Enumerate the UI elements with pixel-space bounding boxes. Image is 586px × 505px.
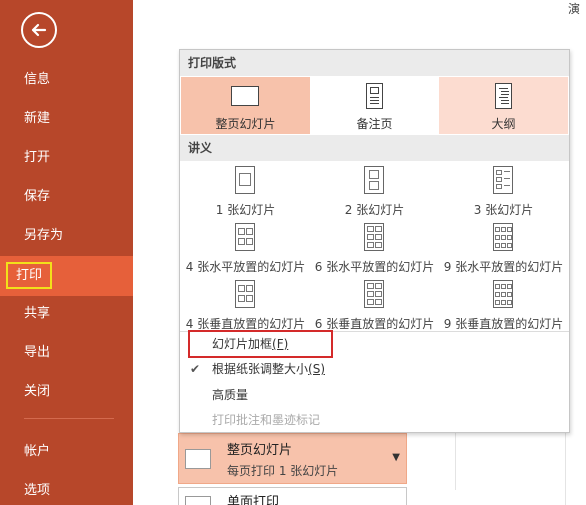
handout-1-icon — [235, 166, 255, 194]
handout-6h-label: 6 张水平放置的幻灯片 — [314, 260, 435, 274]
layout-dropdown-title: 整页幻灯片 — [227, 443, 293, 458]
option-print-comments: 打印批注和墨迹标记 — [180, 408, 569, 432]
nav-info[interactable]: 信息 — [0, 61, 133, 99]
nav-save-as[interactable]: 另存为 — [0, 217, 133, 255]
single-sided-thumb-icon — [185, 496, 211, 505]
print-comments-label: 打印批注和墨迹标记 — [212, 413, 321, 427]
handout-2-label: 2 张幻灯片 — [344, 203, 405, 217]
layout-outline-label: 大纲 — [491, 117, 516, 131]
full-slide-thumb-icon — [185, 449, 211, 469]
nav-share[interactable]: 共享 — [0, 295, 133, 333]
handout-4v-icon — [235, 280, 255, 308]
layout-notes-label: 备注页 — [356, 117, 393, 131]
option-scale-to-fit[interactable]: ✔ 根据纸张调整大小(S) — [180, 357, 569, 381]
layout-full-page-slides[interactable]: 整页幻灯片 — [181, 77, 310, 134]
handout-4-horizontal[interactable]: 4 张水平放置的幻灯片 — [181, 220, 310, 278]
sides-dropdown[interactable]: 单面打印 — [178, 487, 407, 505]
chevron-down-icon: ▼ — [392, 452, 400, 463]
nav-new-label: 新建 — [24, 111, 51, 126]
nav-print[interactable]: 打印 — [0, 256, 133, 296]
nav-account-label: 帐户 — [24, 444, 51, 459]
outline-icon — [495, 83, 512, 109]
back-arrow-icon[interactable] — [21, 12, 57, 48]
nav-info-label: 信息 — [24, 72, 51, 87]
handout-3-label: 3 张幻灯片 — [473, 203, 534, 217]
option-high-quality[interactable]: 高质量 — [180, 383, 569, 407]
nav-new[interactable]: 新建 — [0, 100, 133, 138]
layout-section-header: 打印版式 — [180, 50, 569, 76]
nav-export[interactable]: 导出 — [0, 334, 133, 372]
handout-6v-icon — [364, 280, 384, 308]
handout-9h-icon — [493, 223, 513, 251]
handout-6h-icon — [364, 223, 384, 251]
layout-outline[interactable]: 大纲 — [439, 77, 568, 134]
backstage-sidebar: 信息 新建 打开 保存 另存为 打印 共享 导出 关闭 帐户 选项 — [0, 0, 133, 505]
nav-open-label: 打开 — [24, 150, 51, 165]
handout-9v-label: 9 张垂直放置的幻灯片 — [443, 317, 564, 331]
checkmark-icon: ✔ — [190, 362, 201, 376]
handout-6-vertical[interactable]: 6 张垂直放置的幻灯片 — [310, 277, 439, 335]
nav-close-label: 关闭 — [24, 384, 51, 399]
handout-9-vertical[interactable]: 9 张垂直放置的幻灯片 — [439, 277, 568, 335]
nav-share-label: 共享 — [24, 306, 51, 321]
handout-3-icon — [493, 166, 513, 194]
handout-section-header: 讲义 — [180, 135, 569, 161]
print-layout-menu: 打印版式 整页幻灯片 备注页 大纲 讲义 1 张幻灯片 2 张幻灯片 3 张幻灯… — [179, 49, 570, 433]
handout-2-icon — [364, 166, 384, 194]
preview-border-lower — [565, 432, 566, 505]
nav-save-label: 保存 — [24, 189, 51, 204]
layout-dropdown[interactable]: 整页幻灯片 每页打印 1 张幻灯片 ▼ — [178, 433, 407, 484]
handout-9-horizontal[interactable]: 9 张水平放置的幻灯片 — [439, 220, 568, 278]
nav-open[interactable]: 打开 — [0, 139, 133, 177]
scale-to-fit-accelerator: (S) — [308, 362, 325, 376]
nav-save-as-label: 另存为 — [24, 228, 64, 243]
print-backstage: 信息 新建 打开 保存 另存为 打印 共享 导出 关闭 帐户 选项 演 整页幻灯… — [0, 0, 586, 505]
handout-2-slides[interactable]: 2 张幻灯片 — [310, 163, 439, 221]
nav-account[interactable]: 帐户 — [0, 433, 133, 471]
handout-4h-icon — [235, 223, 255, 251]
sides-dropdown-title: 单面打印 — [227, 495, 280, 505]
handout-1-label: 1 张幻灯片 — [215, 203, 276, 217]
handout-3-slides[interactable]: 3 张幻灯片 — [439, 163, 568, 221]
scale-to-fit-label: 根据纸张调整大小 — [212, 362, 309, 376]
high-quality-label: 高质量 — [212, 388, 249, 402]
handout-9v-icon — [493, 280, 513, 308]
window-title-fragment: 演 — [568, 2, 581, 16]
nav-options[interactable]: 选项 — [0, 472, 133, 505]
handout-4h-label: 4 张水平放置的幻灯片 — [185, 260, 306, 274]
highlight-box — [188, 330, 333, 358]
full-slide-icon — [231, 86, 259, 106]
layout-full-page-label: 整页幻灯片 — [215, 117, 276, 131]
handout-1-slide[interactable]: 1 张幻灯片 — [181, 163, 310, 221]
layout-dropdown-subtitle: 每页打印 1 张幻灯片 — [227, 464, 339, 478]
handout-6-horizontal[interactable]: 6 张水平放置的幻灯片 — [310, 220, 439, 278]
nav-save[interactable]: 保存 — [0, 178, 133, 216]
nav-export-label: 导出 — [24, 345, 51, 360]
handout-4-vertical[interactable]: 4 张垂直放置的幻灯片 — [181, 277, 310, 335]
nav-options-label: 选项 — [24, 483, 51, 498]
nav-divider — [24, 418, 114, 419]
nav-print-label: 打印 — [5, 262, 53, 289]
nav-close[interactable]: 关闭 — [0, 373, 133, 411]
layout-notes-pages[interactable]: 备注页 — [310, 77, 439, 134]
handout-9h-label: 9 张水平放置的幻灯片 — [443, 260, 564, 274]
notes-page-icon — [366, 83, 383, 109]
